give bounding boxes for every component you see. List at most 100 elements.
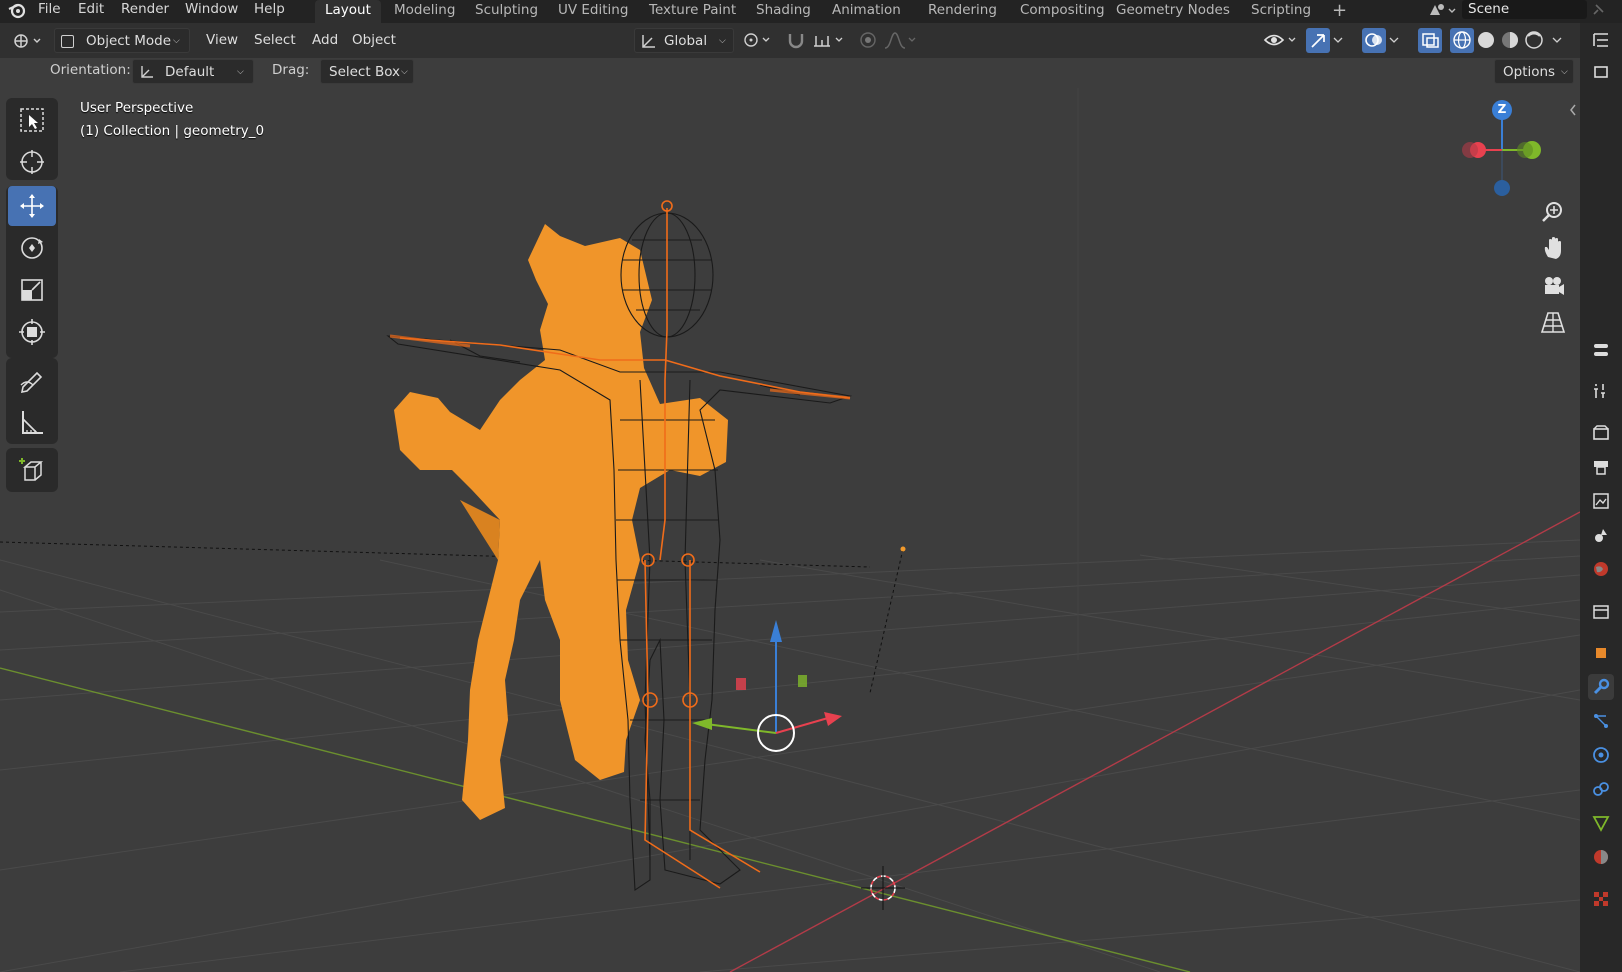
world-icon[interactable] [1588, 556, 1614, 582]
render-icon[interactable] [1588, 420, 1614, 446]
tab-layout[interactable]: Layout [315, 0, 381, 23]
drag-dropdown[interactable]: Select Box ⌵ [320, 59, 414, 84]
proportional-editing-toggle[interactable] [856, 28, 880, 53]
sidebar-toggle-icon[interactable] [1568, 102, 1578, 118]
tool-measure[interactable] [8, 402, 56, 442]
visibility-dropdown[interactable] [1262, 28, 1300, 53]
camera-view-button[interactable] [1536, 269, 1570, 303]
tool-cursor[interactable] [8, 142, 56, 182]
tool-rotate[interactable] [8, 228, 56, 268]
object-icon[interactable] [1588, 640, 1614, 666]
collection-icon[interactable] [1588, 598, 1614, 624]
xray-toggle[interactable] [1418, 28, 1442, 53]
tab-rendering[interactable]: Rendering [918, 0, 1007, 23]
overlays-dropdown[interactable] [1386, 28, 1402, 53]
zoom-button[interactable] [1536, 195, 1570, 229]
mode-dropdown[interactable]: Object Mode ⌵ [54, 28, 190, 53]
header-menu-select[interactable]: Select [254, 28, 296, 53]
gizmo-dropdown[interactable] [1330, 28, 1346, 53]
tool-icon[interactable] [1588, 378, 1614, 404]
menu-window[interactable]: Window [185, 0, 238, 20]
transform-orientation-dropdown[interactable]: Global ⌵ [634, 28, 734, 53]
snap-target-dropdown[interactable] [810, 28, 848, 53]
tool-select-box[interactable] [8, 100, 56, 140]
header-menu-object[interactable]: Object [352, 28, 396, 53]
hand-icon [1544, 237, 1561, 259]
tool-scale[interactable] [8, 270, 56, 310]
tab-compositing[interactable]: Compositing [1010, 0, 1115, 23]
chevron-down-icon [1389, 37, 1399, 43]
gizmo-z-label[interactable]: Z [1496, 102, 1508, 116]
orientation-dropdown[interactable]: Default ⌵ [132, 59, 254, 84]
blender-logo-icon[interactable] [6, 0, 28, 20]
modifier-icon[interactable] [1588, 674, 1614, 700]
shading-rendered-button[interactable] [1522, 28, 1546, 53]
tab-scripting[interactable]: Scripting [1241, 0, 1321, 23]
pan-button[interactable] [1536, 231, 1570, 265]
shading-dropdown[interactable] [1548, 28, 1566, 53]
snap-toggle[interactable] [782, 28, 810, 53]
pivot-point-dropdown[interactable] [738, 28, 776, 53]
overlays-toggle[interactable] [1362, 28, 1386, 53]
header-menu-add[interactable]: Add [312, 28, 338, 53]
options-dropdown[interactable]: Options ⌵ [1494, 59, 1574, 84]
3d-viewport[interactable]: Orientation: Default ⌵ Drag: Select Box … [0, 58, 1580, 972]
chevron-down-icon: ⌵ [237, 67, 244, 77]
menu-help[interactable]: Help [254, 0, 285, 20]
scale-icon [21, 279, 43, 301]
menu-file[interactable]: File [38, 0, 61, 20]
tab-animation[interactable]: Animation [822, 0, 911, 23]
tab-texture-paint[interactable]: Texture Paint [639, 0, 746, 23]
data-icon[interactable] [1588, 810, 1614, 836]
solid-sphere-icon [1478, 32, 1494, 48]
chevron-down-icon: ⌵ [173, 36, 180, 46]
material-icon[interactable] [1588, 844, 1614, 870]
tool-add-cube[interactable] [8, 450, 56, 490]
scene-icon[interactable] [1588, 522, 1614, 548]
chevron-down-icon [1552, 37, 1562, 43]
viewport-header: Object Mode ⌵ View Select Add Object Glo… [0, 23, 1580, 58]
ortho-toggle-button[interactable] [1536, 306, 1570, 340]
gizmo-toggle[interactable] [1306, 28, 1330, 53]
outliner-row-icon[interactable] [1588, 59, 1614, 85]
tab-sculpting[interactable]: Sculpting [465, 0, 548, 23]
output-icon[interactable] [1588, 454, 1614, 480]
proportional-falloff-dropdown[interactable] [882, 28, 918, 53]
select-box-icon [20, 108, 44, 132]
pivot-icon [744, 33, 770, 47]
shading-material-button[interactable] [1498, 28, 1522, 53]
view-layer-icon[interactable] [1588, 488, 1614, 514]
annotate-icon [20, 371, 43, 394]
editor-type-button[interactable] [6, 28, 46, 53]
physics-icon[interactable] [1588, 742, 1614, 768]
chevron-down-icon [1333, 37, 1343, 43]
scene-name-field[interactable]: Scene [1462, 0, 1587, 19]
light-point [900, 546, 906, 552]
pin-icon[interactable] [1588, 0, 1608, 20]
texture-icon[interactable] [1588, 886, 1614, 912]
properties-editor-icon[interactable] [1588, 337, 1614, 363]
menu-render[interactable]: Render [121, 0, 169, 20]
tool-move[interactable] [8, 186, 56, 226]
tab-uv-editing[interactable]: UV Editing [548, 0, 638, 23]
tab-shading[interactable]: Shading [746, 0, 821, 23]
orientation-value: Default [165, 64, 215, 80]
tab-geometry-nodes[interactable]: Geometry Nodes [1106, 0, 1240, 23]
constraints-icon[interactable] [1588, 776, 1614, 802]
header-menu-view[interactable]: View [206, 28, 238, 53]
orientation-label: Global [664, 33, 708, 49]
shading-solid-button[interactable] [1474, 28, 1498, 53]
tool-transform[interactable] [8, 312, 56, 352]
tool-annotate[interactable] [8, 360, 56, 400]
particles-icon[interactable] [1588, 708, 1614, 734]
menu-edit[interactable]: Edit [78, 0, 104, 20]
scene-selector-icon[interactable] [1424, 0, 1460, 20]
outliner-editor-icon[interactable] [1588, 27, 1614, 53]
add-workspace-button[interactable]: + [1322, 0, 1357, 23]
orientation-label: Orientation: [50, 62, 131, 78]
tab-modeling[interactable]: Modeling [384, 0, 465, 23]
rendered-sphere-icon [1525, 31, 1543, 49]
top-menu-bar: File Edit Render Window Help Layout Mode… [0, 0, 1622, 23]
shading-wireframe-button[interactable] [1450, 28, 1474, 53]
move-icon [20, 194, 44, 218]
